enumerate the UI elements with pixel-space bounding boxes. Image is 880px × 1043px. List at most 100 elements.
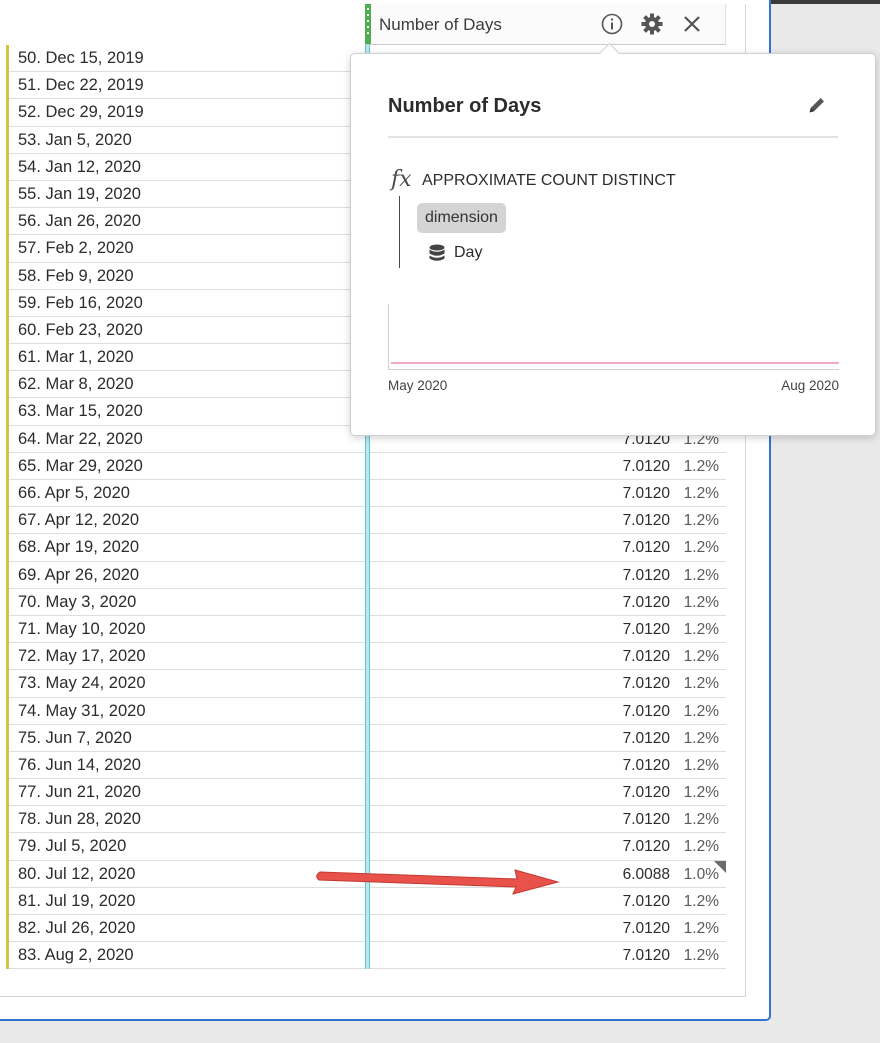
row-label[interactable]: 82. Jul 26, 2020 bbox=[18, 919, 135, 938]
table-row[interactable]: 76. Jun 14, 2020 7.0120 1.2% bbox=[6, 751, 726, 780]
row-label[interactable]: 55. Jan 19, 2020 bbox=[18, 185, 141, 204]
column-divider[interactable] bbox=[365, 751, 370, 780]
metric-percent: 1.2% bbox=[683, 566, 719, 584]
column-divider[interactable] bbox=[365, 724, 370, 752]
row-label[interactable]: 72. May 17, 2020 bbox=[18, 647, 146, 666]
column-divider[interactable] bbox=[365, 806, 370, 834]
row-accent-bar bbox=[6, 887, 9, 915]
row-label[interactable]: 68. Apr 19, 2020 bbox=[18, 538, 139, 557]
row-label[interactable]: 71. May 10, 2020 bbox=[18, 620, 146, 639]
row-accent-bar bbox=[6, 316, 9, 345]
row-label[interactable]: 66. Apr 5, 2020 bbox=[18, 484, 130, 503]
row-label[interactable]: 69. Apr 26, 2020 bbox=[18, 566, 139, 585]
table-row[interactable]: 71. May 10, 2020 7.0120 1.2% bbox=[6, 615, 726, 644]
anomaly-flag-icon[interactable] bbox=[714, 860, 726, 873]
column-divider[interactable] bbox=[365, 534, 370, 562]
row-accent-bar bbox=[6, 289, 9, 317]
row-accent-bar bbox=[6, 452, 9, 480]
row-accent-bar bbox=[6, 208, 9, 236]
column-divider[interactable] bbox=[365, 942, 370, 970]
row-label[interactable]: 54. Jan 12, 2020 bbox=[18, 158, 141, 177]
column-divider[interactable] bbox=[365, 670, 370, 698]
row-label[interactable]: 62. Mar 8, 2020 bbox=[18, 375, 134, 394]
column-title[interactable]: Number of Days bbox=[379, 15, 502, 35]
row-label[interactable]: 57. Feb 2, 2020 bbox=[18, 239, 134, 258]
row-label[interactable]: 56. Jan 26, 2020 bbox=[18, 212, 141, 231]
row-label[interactable]: 52. Dec 29, 2019 bbox=[18, 103, 144, 122]
row-accent-bar bbox=[6, 833, 9, 861]
row-label[interactable]: 83. Aug 2, 2020 bbox=[18, 946, 134, 965]
column-divider[interactable] bbox=[365, 588, 370, 616]
row-label[interactable]: 61. Mar 1, 2020 bbox=[18, 348, 134, 367]
column-divider[interactable] bbox=[365, 643, 370, 671]
row-label[interactable]: 80. Jul 12, 2020 bbox=[18, 865, 135, 884]
row-accent-bar bbox=[6, 262, 9, 290]
row-label[interactable]: 73. May 24, 2020 bbox=[18, 674, 146, 693]
row-label[interactable]: 77. Jun 21, 2020 bbox=[18, 783, 141, 802]
row-label[interactable]: 74. May 31, 2020 bbox=[18, 702, 146, 721]
metric-percent: 1.2% bbox=[683, 539, 719, 557]
table-row[interactable]: 67. Apr 12, 2020 7.0120 1.2% bbox=[6, 507, 726, 535]
table-row[interactable]: 74. May 31, 2020 7.0120 1.2% bbox=[6, 697, 726, 725]
column-divider[interactable] bbox=[365, 452, 370, 480]
table-row[interactable]: 69. Apr 26, 2020 7.0120 1.2% bbox=[6, 561, 726, 589]
metric-percent: 1.2% bbox=[683, 920, 719, 937]
table-row[interactable]: 72. May 17, 2020 7.0120 1.2% bbox=[6, 643, 726, 671]
column-drag-handle[interactable] bbox=[365, 4, 371, 44]
column-divider[interactable] bbox=[365, 697, 370, 725]
row-accent-bar bbox=[6, 643, 9, 671]
table-row[interactable]: 65. Mar 29, 2020 7.0120 1.2% bbox=[6, 452, 726, 480]
column-divider[interactable] bbox=[365, 915, 370, 943]
table-row[interactable]: 70. May 3, 2020 7.0120 1.2% bbox=[6, 588, 726, 616]
table-row[interactable]: 78. Jun 28, 2020 7.0120 1.2% bbox=[6, 806, 726, 834]
table-row[interactable]: 73. May 24, 2020 7.0120 1.2% bbox=[6, 670, 726, 698]
table-row[interactable]: 82. Jul 26, 2020 7.0120 1.2% bbox=[6, 915, 726, 943]
table-row[interactable]: 77. Jun 21, 2020 7.0120 1.2% bbox=[6, 779, 726, 807]
annotation-arrow bbox=[316, 869, 560, 895]
row-label[interactable]: 79. Jul 5, 2020 bbox=[18, 837, 126, 856]
column-divider[interactable] bbox=[365, 480, 370, 508]
row-label[interactable]: 53. Jan 5, 2020 bbox=[18, 131, 132, 150]
table-row[interactable]: 83. Aug 2, 2020 7.0120 1.2% bbox=[6, 942, 726, 970]
column-divider[interactable] bbox=[365, 779, 370, 807]
row-accent-bar bbox=[6, 615, 9, 644]
table-row[interactable]: 75. Jun 7, 2020 7.0120 1.2% bbox=[6, 724, 726, 752]
row-accent-bar bbox=[6, 860, 9, 888]
row-label[interactable]: 67. Apr 12, 2020 bbox=[18, 511, 139, 530]
metric-value: 7.0120 bbox=[622, 920, 670, 937]
table-row[interactable]: 68. Apr 19, 2020 7.0120 1.2% bbox=[6, 534, 726, 562]
row-label[interactable]: 50. Dec 15, 2019 bbox=[18, 49, 144, 68]
row-label[interactable]: 81. Jul 19, 2020 bbox=[18, 892, 135, 911]
table-row[interactable]: 79. Jul 5, 2020 7.0120 1.2% bbox=[6, 833, 726, 861]
column-divider[interactable] bbox=[365, 615, 370, 644]
row-label[interactable]: 64. Mar 22, 2020 bbox=[18, 430, 143, 449]
row-label[interactable]: 75. Jun 7, 2020 bbox=[18, 729, 132, 748]
metric-info-popover: Number of Days fx APPROXIMATE COUNT DIST… bbox=[350, 42, 876, 436]
metric-percent: 1.2% bbox=[683, 620, 719, 638]
row-label[interactable]: 70. May 3, 2020 bbox=[18, 593, 136, 612]
row-accent-bar bbox=[6, 561, 9, 589]
metric-column-header[interactable]: Number of Days bbox=[365, 4, 726, 45]
metric-value: 7.0120 bbox=[622, 457, 670, 475]
row-label[interactable]: 65. Mar 29, 2020 bbox=[18, 457, 143, 476]
row-label[interactable]: 63. Mar 15, 2020 bbox=[18, 402, 143, 421]
column-divider[interactable] bbox=[365, 507, 370, 535]
pencil-icon[interactable] bbox=[806, 94, 828, 116]
metric-percent: 1.2% bbox=[683, 648, 719, 666]
metric-percent: 1.2% bbox=[683, 593, 719, 611]
row-label[interactable]: 59. Feb 16, 2020 bbox=[18, 294, 143, 313]
row-label[interactable]: 58. Feb 9, 2020 bbox=[18, 267, 134, 286]
row-label[interactable]: 76. Jun 14, 2020 bbox=[18, 756, 141, 775]
row-accent-bar bbox=[6, 180, 9, 209]
metric-value: 7.0120 bbox=[622, 675, 670, 693]
row-label[interactable]: 51. Dec 22, 2019 bbox=[18, 76, 144, 95]
column-divider[interactable] bbox=[365, 833, 370, 861]
gear-icon[interactable] bbox=[640, 12, 664, 36]
row-label[interactable]: 60. Feb 23, 2020 bbox=[18, 321, 143, 340]
metric-value: 7.0120 bbox=[622, 702, 670, 720]
column-divider[interactable] bbox=[365, 561, 370, 589]
close-icon[interactable] bbox=[680, 12, 704, 36]
table-row[interactable]: 66. Apr 5, 2020 7.0120 1.2% bbox=[6, 480, 726, 508]
info-icon[interactable] bbox=[600, 12, 624, 36]
row-label[interactable]: 78. Jun 28, 2020 bbox=[18, 810, 141, 829]
